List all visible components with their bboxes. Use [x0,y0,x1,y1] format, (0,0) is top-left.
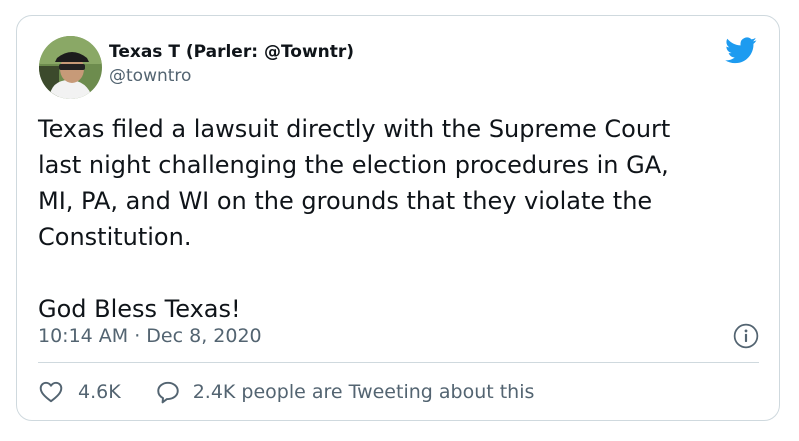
tweeting-about-text[interactable]: 2.4K people are Tweeting about this [193,381,535,403]
divider [38,362,759,363]
tweet-timestamp[interactable]: 10:14 AM · Dec 8, 2020 [38,325,262,347]
avatar[interactable] [39,36,102,99]
tweet-card[interactable]: Texas T (Parler: @Towntr) @towntro Texas… [16,15,780,421]
like-count[interactable]: 4.6K [78,381,121,403]
tweet-actions: 4.6K 2.4K people are Tweeting about this [38,379,534,405]
twitter-bird-icon[interactable] [725,37,757,64]
speech-bubble-icon[interactable] [155,379,181,405]
display-name[interactable]: Texas T (Parler: @Towntr) [109,42,354,62]
heart-icon[interactable] [38,379,64,405]
username-handle[interactable]: @towntro [109,66,191,86]
tweeting-about-link[interactable]: 2.4K people are Tweeting about this [155,379,535,405]
info-icon[interactable] [733,323,759,349]
like-button[interactable]: 4.6K [38,379,121,405]
tweet-text: Texas filed a lawsuit directly with the … [38,115,671,323]
avatar-photo [39,36,102,99]
